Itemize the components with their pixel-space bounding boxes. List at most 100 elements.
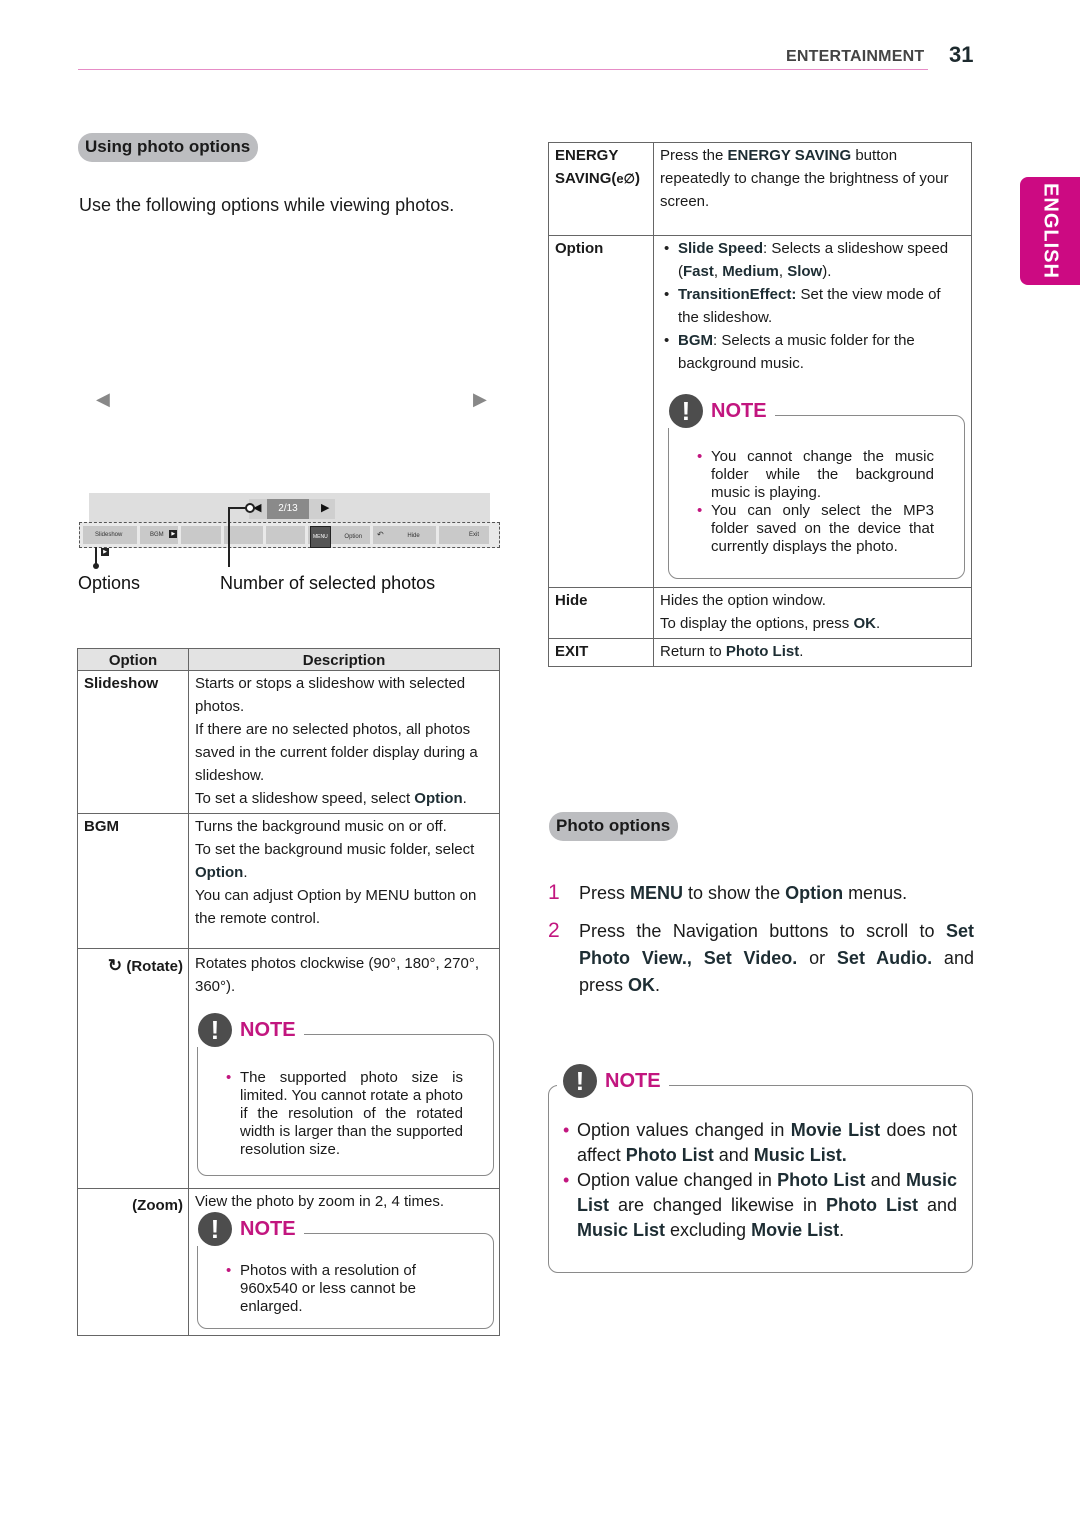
rotate-icon: ↻ bbox=[107, 956, 123, 975]
bold-text: Music List. bbox=[753, 1145, 847, 1165]
step-2: 2 Press the Navigation buttons to scroll… bbox=[548, 918, 974, 999]
play-icon: ▶ bbox=[101, 548, 109, 557]
options-callout-dot bbox=[93, 563, 99, 569]
osd-empty-slot bbox=[181, 526, 221, 544]
note-list: You cannot change the music folder while… bbox=[669, 416, 964, 556]
table-header-row: Option Description bbox=[77, 648, 500, 671]
photo-options-table-continued: ENERGY SAVING(e∅) Press the ENERGY SAVIN… bbox=[548, 142, 972, 667]
bold-text: BGM bbox=[678, 332, 713, 349]
bold-text: Photo List bbox=[725, 643, 800, 660]
language-tab-label: ENGLISH bbox=[1039, 183, 1062, 279]
bold-text: MENU bbox=[630, 883, 684, 903]
list-item: Slide Speed: Selects a slideshow speed (… bbox=[660, 237, 965, 283]
step-1: 1 Press MENU to show the Option menus. bbox=[548, 880, 974, 907]
option-line: SAVING(e∅) bbox=[555, 167, 647, 190]
osd-option-bar: Slideshow ▶ BGM ▶ MENU Option ↶ Hide Exi… bbox=[79, 522, 500, 557]
text: To set the background music folder, sele… bbox=[195, 841, 475, 858]
table-row-rotate: ↻ (Rotate) Rotates photos clockwise (90°… bbox=[77, 948, 500, 1189]
note-header: ! NOTE bbox=[192, 1212, 304, 1246]
page-number: 31 bbox=[949, 42, 974, 67]
note-item: Photos with a resolution of 960x540 or l… bbox=[224, 1262, 443, 1316]
bold-text: Option bbox=[195, 864, 244, 881]
note-box-zoom: ! NOTE Photos with a resolution of 960x54… bbox=[192, 1212, 494, 1329]
table-row-bgm: BGM Turns the background music on or off… bbox=[77, 813, 500, 949]
exclamation-icon: ! bbox=[198, 1013, 232, 1047]
exclamation-icon: ! bbox=[669, 394, 703, 428]
bold-text: Slow bbox=[787, 263, 823, 280]
option-rotate: ↻ (Rotate) bbox=[77, 948, 189, 1189]
section-title: ENTERTAINMENT bbox=[786, 48, 925, 65]
text: ) bbox=[634, 170, 640, 187]
next-photo-icon: ▶ bbox=[473, 389, 487, 409]
desc-line: Starts or stops a slideshow with selecte… bbox=[195, 675, 466, 715]
note-title: NOTE bbox=[711, 399, 767, 422]
text: menus. bbox=[843, 883, 908, 903]
option-bgm: BGM bbox=[77, 813, 189, 949]
prev-photo-icon: ◀ bbox=[96, 389, 110, 409]
desc-line: Turns the background music on or off. bbox=[195, 818, 447, 835]
text: are changed likewise in bbox=[609, 1195, 826, 1215]
count-callout-line bbox=[228, 507, 230, 567]
note-box-bgm: ! NOTE You cannot change the music folder… bbox=[663, 394, 965, 579]
desc-line: You can adjust Option by MENU button on … bbox=[195, 887, 477, 927]
bold-text: Photo List bbox=[826, 1195, 918, 1215]
language-tab: ENGLISH bbox=[1020, 177, 1080, 285]
bold-text: Option bbox=[414, 790, 463, 807]
table-row-exit: EXIT Return to Photo List. bbox=[548, 638, 972, 667]
note-title: NOTE bbox=[605, 1069, 661, 1092]
note-box-rotate: ! NOTE The supported photo size is limite… bbox=[192, 1013, 494, 1176]
note-item: You cannot change the music folder while… bbox=[695, 448, 934, 502]
option-option: Option bbox=[548, 235, 654, 588]
energy-saving-icon: e∅ bbox=[616, 171, 635, 186]
note-title: NOTE bbox=[240, 1217, 296, 1240]
osd-hide-button: ↶ Hide bbox=[373, 526, 436, 544]
note-list: The supported photo size is limited. You… bbox=[198, 1035, 493, 1159]
text: excluding bbox=[665, 1220, 752, 1240]
note-item: You can only select the MP3 folder saved… bbox=[695, 502, 934, 556]
text: and bbox=[917, 1195, 957, 1215]
desc-rotate: Rotates photos clockwise (90°, 180°, 270… bbox=[188, 948, 500, 1189]
text: Option value changed in bbox=[577, 1170, 778, 1190]
note-box-option-values: ! NOTE Option values changed in Movie Lis… bbox=[548, 1064, 973, 1273]
option-energy-saving: ENERGY SAVING(e∅) bbox=[548, 142, 654, 236]
step-list: 1 Press MENU to show the Option menus. 2… bbox=[548, 880, 974, 1010]
play-icon: ▶ bbox=[169, 530, 178, 539]
desc-exit: Return to Photo List. bbox=[653, 638, 972, 667]
note-title: NOTE bbox=[240, 1018, 296, 1041]
text: , bbox=[713, 263, 723, 280]
desc-line: If there are no selected photos, all pho… bbox=[195, 721, 478, 784]
section-heading-using-photo-options: Using photo options bbox=[78, 133, 259, 162]
bold-text: OK bbox=[628, 975, 656, 995]
bold-text: TransitionEffect: bbox=[678, 286, 797, 303]
osd-exit-button: Exit bbox=[439, 526, 489, 544]
count-callout-ring bbox=[245, 503, 255, 513]
osd-slideshow-label: Slideshow bbox=[95, 532, 123, 538]
desc-zoom: View the photo by zoom in 2, 4 times. ! N… bbox=[188, 1188, 500, 1336]
header-option: Option bbox=[77, 648, 189, 671]
note-item: Option values changed in Movie List does… bbox=[561, 1118, 957, 1168]
osd-hide-label: Hide bbox=[407, 533, 420, 539]
list-item: BGM: Selects a music folder for the back… bbox=[660, 329, 965, 375]
bold-text: Medium bbox=[722, 263, 779, 280]
note-header: ! NOTE bbox=[663, 394, 775, 428]
desc-line: Rotates photos clockwise (90°, 180°, 270… bbox=[195, 955, 479, 995]
bold-text: ENERGY SAVING bbox=[727, 147, 852, 164]
bold-text: Movie List bbox=[790, 1120, 881, 1140]
note-header: ! NOTE bbox=[557, 1064, 669, 1098]
bold-text: Music List bbox=[577, 1220, 666, 1240]
counter-next-icon: ▶ bbox=[321, 502, 330, 514]
table-row-energy-saving: ENERGY SAVING(e∅) Press the ENERGY SAVIN… bbox=[548, 142, 972, 236]
note-list: Option values changed in Movie List does… bbox=[549, 1086, 972, 1243]
section-heading-photo-options: Photo options bbox=[549, 812, 679, 841]
text: To set a slideshow speed, select bbox=[195, 790, 415, 807]
option-zoom: (Zoom) bbox=[77, 1188, 189, 1336]
bold-text: Slide Speed bbox=[678, 240, 764, 257]
note-header: ! NOTE bbox=[192, 1013, 304, 1047]
photo-counter: ◀ 2/13 ▶ bbox=[249, 499, 335, 519]
bold-text: Photo List bbox=[777, 1170, 866, 1190]
text: Option values changed in bbox=[577, 1120, 791, 1140]
counter-value: 2/13 bbox=[267, 499, 309, 519]
exclamation-icon: ! bbox=[198, 1212, 232, 1246]
selected-count-label: Number of selected photos bbox=[220, 573, 436, 593]
header-divider bbox=[78, 69, 928, 70]
